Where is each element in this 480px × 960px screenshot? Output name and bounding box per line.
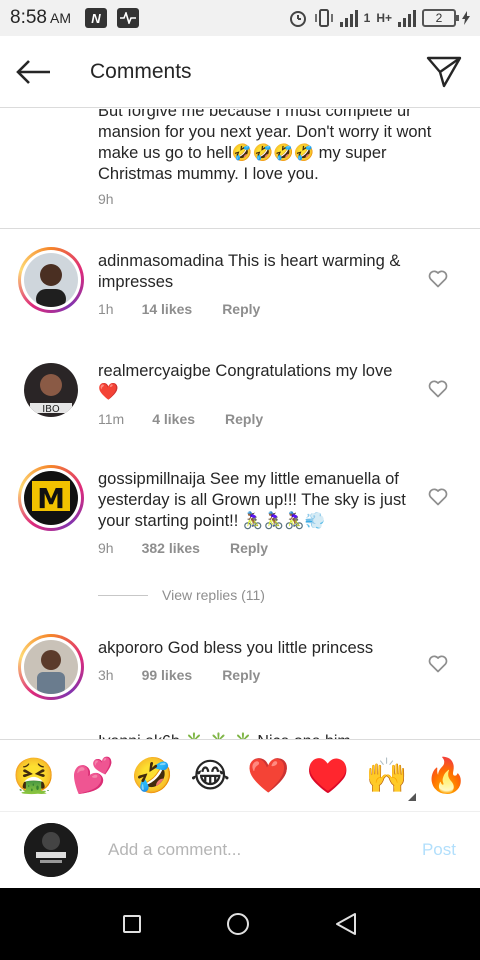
status-clock: 8:58 xyxy=(10,7,47,28)
comment-username[interactable]: realmercyaigbe xyxy=(98,362,211,380)
comment-meta: 11m 4 likes Reply xyxy=(98,411,263,427)
comment-likes[interactable]: 382 likes xyxy=(142,540,200,556)
comment-username[interactable]: gossipmillnaija xyxy=(98,470,205,488)
comment-text: akpororo God bless you little princess xyxy=(98,638,408,659)
like-heart-icon[interactable] xyxy=(428,379,448,399)
partial-comment: Ivanni.ak6b ✳️ ✳️ ✳️ Nice one him xyxy=(98,731,351,739)
comment-meta: 9h 382 likes Reply xyxy=(98,540,268,556)
comment-time: 11m xyxy=(98,411,125,427)
system-nav-bar xyxy=(0,888,480,960)
alarm-icon xyxy=(289,11,306,27)
caption-time: 9h xyxy=(98,191,114,207)
comment-text: adinmasomadina This is heart warming & i… xyxy=(98,251,408,293)
reply-button[interactable]: Reply xyxy=(225,411,263,427)
comment-likes[interactable]: 4 likes xyxy=(152,411,195,427)
my-avatar xyxy=(24,823,78,877)
n-app-icon: N xyxy=(84,8,107,28)
signal-strength-2-icon xyxy=(398,9,416,27)
status-indicators: 1 H+ 2 xyxy=(288,8,470,28)
comment-time: 9h xyxy=(98,540,114,556)
back-arrow-icon xyxy=(16,59,50,84)
emoji-button[interactable]: 🤮 xyxy=(12,759,54,793)
comment-time: 1h xyxy=(98,301,114,317)
like-heart-icon[interactable] xyxy=(428,654,448,674)
battery-level: 2 xyxy=(435,11,443,25)
like-heart-icon[interactable] xyxy=(428,487,448,507)
emoji-button[interactable]: 💕 xyxy=(72,759,114,793)
status-ampm: AM xyxy=(49,10,71,26)
comment-meta: 3h 99 likes Reply xyxy=(98,667,260,683)
network-type-label: H+ xyxy=(376,11,392,25)
page-title: Comments xyxy=(90,59,192,83)
emoji-skin-tone-indicator xyxy=(408,793,416,801)
comment-text: gossipmillnaija See my little emanuella … xyxy=(98,469,408,532)
nav-back-icon[interactable] xyxy=(335,912,357,936)
like-heart-icon[interactable] xyxy=(428,269,448,289)
emoji-button[interactable]: 😂 xyxy=(190,759,230,793)
reply-button[interactable]: Reply xyxy=(222,301,260,317)
comments-list[interactable]: But forgive me because I must complete u… xyxy=(0,109,480,739)
battery-icon: 2 xyxy=(422,9,459,27)
sim-label: 1 xyxy=(363,11,371,25)
charging-icon xyxy=(462,11,470,25)
emoji-button[interactable]: 🔥 xyxy=(425,759,467,793)
gossipmill-logo-icon: M xyxy=(24,471,78,525)
avatar[interactable]: M xyxy=(18,465,84,531)
home-icon[interactable] xyxy=(227,913,249,935)
activity-app-icon xyxy=(116,8,139,28)
comment-username[interactable]: akpororo xyxy=(98,639,163,657)
status-time: 8:58 AM xyxy=(10,7,71,29)
svg-text:M: M xyxy=(37,482,65,515)
emoji-button[interactable]: 🤣 xyxy=(131,759,173,793)
reply-button[interactable]: Reply xyxy=(222,667,260,683)
view-replies-label: View replies (11) xyxy=(162,587,265,603)
comment-text: realmercyaigbe Congratulations my love ❤… xyxy=(98,361,408,403)
avatar[interactable] xyxy=(18,247,84,313)
comments-header: Comments xyxy=(0,36,480,108)
profile-photo-icon xyxy=(24,640,78,694)
caption-text: But forgive me because I must complete u… xyxy=(98,109,432,183)
svg-text:IBO: IBO xyxy=(42,404,60,415)
emoji-button[interactable]: ❤️ xyxy=(247,759,289,793)
post-button[interactable]: Post xyxy=(422,840,456,860)
status-bar: 8:58 AM N 1 H+ 2 xyxy=(0,0,480,36)
recent-apps-icon[interactable] xyxy=(123,915,141,933)
share-button[interactable] xyxy=(424,52,464,92)
view-replies-button[interactable]: View replies (11) xyxy=(98,587,265,603)
emoji-button[interactable]: ♥️ xyxy=(306,759,348,793)
comment-input[interactable] xyxy=(108,840,398,860)
post-caption: But forgive me because I must complete u… xyxy=(0,109,480,229)
avatar[interactable] xyxy=(18,634,84,700)
comment-time: 3h xyxy=(98,667,114,683)
comment-likes[interactable]: 99 likes xyxy=(142,667,193,683)
signal-strength-icon xyxy=(339,9,358,27)
profile-photo-icon xyxy=(24,253,78,307)
avatar[interactable]: IBO xyxy=(24,363,78,417)
paper-plane-icon xyxy=(426,56,462,87)
emoji-button[interactable]: 🙌 xyxy=(366,759,408,793)
comment-username[interactable]: adinmasomadina xyxy=(98,252,224,270)
comment-body: God bless you little princess xyxy=(167,639,374,657)
notification-icons: N xyxy=(84,8,139,28)
comment-likes[interactable]: 14 likes xyxy=(142,301,193,317)
profile-photo-icon xyxy=(24,823,78,877)
back-button[interactable] xyxy=(16,54,52,90)
reply-button[interactable]: Reply xyxy=(230,540,268,556)
divider-line xyxy=(98,594,148,596)
vibrate-icon xyxy=(314,9,333,27)
profile-photo-icon: IBO xyxy=(24,363,78,417)
add-comment-bar: Post xyxy=(0,811,480,888)
comment-meta: 1h 14 likes Reply xyxy=(98,301,260,317)
